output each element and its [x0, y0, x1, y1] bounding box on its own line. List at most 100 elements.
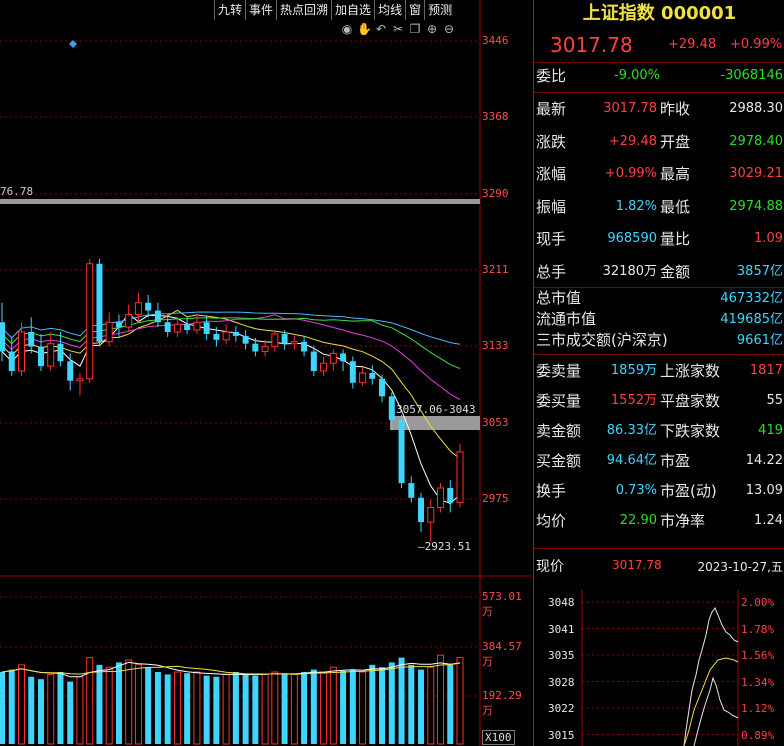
chart-toolbar: 九转 事件 热点回溯 加自选 均线 窗 预测	[214, 0, 456, 20]
volume-bar	[427, 666, 435, 745]
mini-pct-tick: 1.12%	[741, 702, 775, 715]
volume-bar	[173, 671, 181, 745]
intraday-mini-chart[interactable]	[534, 590, 784, 746]
mini-price-tick: 3022	[548, 702, 575, 715]
candle	[369, 372, 376, 379]
mini-price-tick: 3041	[548, 622, 575, 636]
hand-icon[interactable]: ✋	[357, 22, 372, 36]
candle	[17, 331, 25, 372]
volume-bar	[8, 669, 15, 744]
volume-bar	[17, 664, 25, 745]
intraday-price-line-2	[693, 676, 739, 746]
candle	[379, 378, 386, 397]
zoom-in-icon[interactable]: ⊕	[425, 22, 439, 36]
volume-bar	[261, 673, 269, 745]
toolbar-forecast[interactable]: 预测	[424, 0, 455, 20]
quote-label: 涨跌	[536, 132, 567, 151]
toolbar-window[interactable]: 窗	[405, 0, 424, 20]
quote-value: 1552万	[610, 393, 657, 408]
volume-bar	[57, 672, 64, 744]
quote-label: 市盈	[660, 452, 691, 470]
toolbar-add-favorite[interactable]: 加自选	[331, 0, 374, 20]
scissors-icon[interactable]: ✂	[391, 22, 405, 36]
quote-value: 32180万	[602, 263, 657, 279]
volume-bar	[349, 669, 356, 744]
kline-svg[interactable]	[0, 0, 532, 746]
undo-icon[interactable]: ↶	[374, 22, 388, 36]
quote-row: 涨跌 +29.48 开盘 2978.40	[534, 126, 784, 159]
price-tick: 3290	[482, 187, 509, 200]
volume-bar	[398, 657, 405, 744]
quote-row: 均价 22.90 市净率 1.24	[534, 506, 784, 536]
quote-label: 平盘家数	[660, 392, 721, 410]
quote-value: 3857亿	[736, 263, 783, 279]
volume-bar	[379, 667, 386, 744]
candle	[222, 331, 230, 341]
volume-bar	[456, 657, 464, 745]
market-row: 三市成交额(沪深京) 9661亿	[536, 331, 783, 349]
quote-row: 换手 0.73% 市盈(动) 13.09	[534, 476, 784, 506]
volume-bar	[105, 666, 113, 745]
quote-label: 昨收	[660, 100, 691, 118]
quote-label: 委买量	[536, 392, 582, 410]
mini-pct-tick: 1.56%	[741, 649, 775, 662]
volume-bar	[437, 654, 445, 745]
price-tick: 3368	[482, 110, 509, 123]
volume-bar	[242, 674, 249, 744]
candle	[203, 322, 210, 334]
quote-value: 13.09	[745, 483, 783, 498]
volume-bar	[359, 671, 367, 745]
price-tick: 3053	[482, 416, 509, 429]
quote-label: 量比	[660, 230, 691, 248]
zoom-out-icon[interactable]: ⊖	[442, 22, 456, 36]
volume-bar	[369, 664, 376, 744]
quote-label: 卖金额	[536, 422, 582, 440]
price-tick: 2975	[482, 492, 509, 505]
candle	[154, 310, 161, 323]
quote-value: +0.99%	[604, 166, 657, 181]
volume-bar	[96, 664, 103, 744]
toolbar-ma[interactable]: 均线	[374, 0, 405, 20]
quote-label: 委卖量	[536, 362, 582, 380]
volume-bar	[164, 674, 171, 744]
toolbar-hotspot[interactable]: 热点回溯	[276, 0, 331, 20]
volume-bar	[222, 673, 230, 745]
market-row: 总市值 467332亿	[536, 289, 783, 307]
candle	[408, 483, 415, 498]
toolbar-jiuzhuan[interactable]: 九转	[214, 0, 245, 20]
volume-tick: 192.29万	[482, 689, 522, 717]
quote-row: 卖金额 86.33亿 下跌家数 419	[534, 416, 784, 446]
candle	[447, 488, 454, 503]
candle	[134, 302, 142, 315]
copy-icon[interactable]: ❐	[408, 22, 422, 36]
index-price: 3017.78	[550, 33, 633, 57]
eye-icon[interactable]: ◉	[340, 22, 354, 36]
candle	[301, 341, 308, 352]
quote-value: 22.90	[619, 513, 657, 528]
candle	[232, 332, 239, 336]
quote-row: 涨幅 +0.99% 最高 3029.21	[534, 158, 784, 191]
candle	[193, 321, 201, 331]
quote-label: 开盘	[660, 132, 691, 151]
candle	[8, 351, 15, 371]
volume-bar	[388, 662, 395, 744]
quote-row: 委卖量 1859万 上涨家数 1817	[534, 356, 784, 386]
price-tick: 3446	[482, 34, 509, 47]
quote-value: 0.73%	[615, 483, 657, 498]
candle	[329, 352, 337, 364]
candle	[310, 351, 317, 371]
intraday-avg-line	[683, 657, 739, 746]
volume-bar	[76, 676, 84, 745]
volume-bar	[310, 669, 317, 744]
volume-bar	[301, 672, 308, 744]
volume-bar	[320, 671, 328, 745]
quote-label: 上涨家数	[660, 362, 721, 380]
candle	[0, 322, 5, 352]
toolbar-events[interactable]: 事件	[245, 0, 276, 20]
quote-value: 14.22	[745, 453, 783, 468]
volume-bar	[329, 666, 337, 745]
kline-chart[interactable]: 九转 事件 热点回溯 加自选 均线 窗 预测 ◉ ✋ ↶ ✂ ❐ ⊕ ⊖ 344…	[0, 0, 532, 746]
candle	[252, 343, 259, 352]
quote-value: 2988.30	[729, 101, 783, 116]
quote-value: 1.82%	[615, 198, 657, 214]
